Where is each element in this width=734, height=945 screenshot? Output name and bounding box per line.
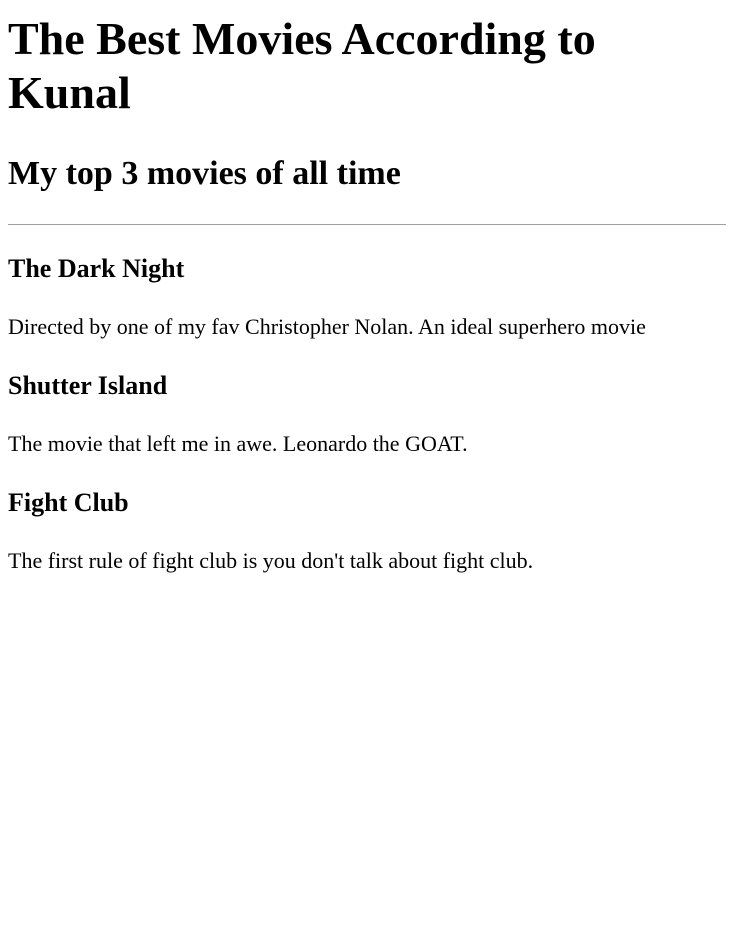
movie-description: The first rule of fight club is you don'… — [8, 548, 534, 573]
movie-item: Shutter Island The movie that left me in… — [8, 370, 726, 458]
page-title: The Best Movies According to Kunal — [8, 13, 596, 118]
movie-description: The movie that left me in awe. Leonardo … — [8, 431, 468, 456]
movie-item: Fight Club The first rule of fight club … — [8, 487, 726, 575]
movie-item: The Dark Night Directed by one of my fav… — [8, 253, 726, 341]
page-content: The Best Movies According to Kunal My to… — [0, 12, 734, 575]
movie-description: Directed by one of my fav Christopher No… — [8, 314, 646, 339]
movie-title: Fight Club — [8, 488, 129, 517]
page-subtitle: My top 3 movies of all time — [8, 155, 401, 192]
movie-title: Shutter Island — [8, 371, 168, 400]
movie-title: The Dark Night — [8, 254, 185, 283]
divider — [8, 224, 726, 225]
